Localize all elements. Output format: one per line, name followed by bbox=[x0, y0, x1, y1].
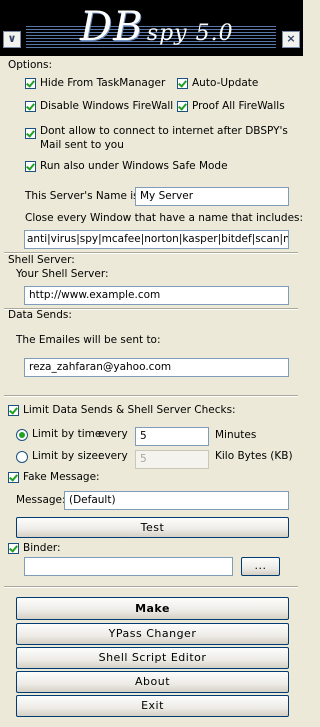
shell-server-heading: Shell Server: bbox=[8, 254, 75, 266]
app-logo: DB spy 5.0 bbox=[80, 4, 234, 50]
browse-button[interactable]: ... bbox=[241, 557, 280, 576]
dont-allow-internet-checkbox[interactable] bbox=[25, 128, 36, 139]
logo-main-text: DB bbox=[80, 4, 144, 50]
proof-firewalls-checkbox[interactable] bbox=[177, 101, 188, 112]
limit-by-size-label[interactable]: Limit by size: bbox=[32, 450, 101, 462]
limit-by-size-radio[interactable] bbox=[16, 451, 28, 463]
binder-label[interactable]: Binder: bbox=[23, 542, 61, 554]
disable-firewall-label[interactable]: Disable Windows FireWall bbox=[40, 100, 173, 112]
test-button[interactable]: Test bbox=[16, 517, 289, 538]
message-input[interactable]: (Default) bbox=[64, 491, 289, 510]
divider bbox=[4, 586, 298, 588]
server-name-input[interactable]: My Server bbox=[135, 187, 289, 206]
limit-size-unit: Kilo Bytes (KB) bbox=[215, 450, 293, 462]
limit-by-time-label[interactable]: Limit by time: bbox=[32, 428, 105, 440]
hide-taskmanager-label[interactable]: Hide From TaskManager bbox=[40, 77, 165, 89]
about-button[interactable]: About bbox=[16, 671, 289, 693]
hide-taskmanager-checkbox[interactable] bbox=[25, 78, 36, 89]
exit-button[interactable]: Exit bbox=[16, 695, 289, 717]
title-bar[interactable]: ∨ × DB spy 5.0 bbox=[0, 0, 303, 56]
auto-update-checkbox[interactable] bbox=[177, 78, 188, 89]
message-label: Message: bbox=[16, 494, 66, 506]
logo-sub-text: spy 5.0 bbox=[146, 21, 234, 46]
limit-time-unit: Minutes bbox=[215, 429, 257, 441]
dont-allow-internet-label-1[interactable]: Dont allow to connect to internet after … bbox=[40, 125, 288, 137]
limit-label[interactable]: Limit Data Sends & Shell Server Checks: bbox=[23, 404, 236, 416]
fake-message-checkbox[interactable] bbox=[8, 472, 19, 483]
limit-size-input[interactable]: 5 bbox=[135, 450, 209, 469]
data-sends-heading: Data Sends: bbox=[8, 309, 72, 321]
close-windows-label: Close every Window that have a name that… bbox=[25, 212, 304, 224]
options-heading: Options: bbox=[8, 59, 53, 71]
shell-server-label: Your Shell Server: bbox=[16, 268, 109, 280]
shell-server-input[interactable]: http://www.example.com bbox=[24, 286, 289, 305]
binder-path-input[interactable] bbox=[24, 557, 233, 576]
proof-firewalls-label[interactable]: Proof All FireWalls bbox=[192, 100, 285, 112]
safe-mode-checkbox[interactable] bbox=[25, 161, 36, 172]
limit-by-size-every: every bbox=[98, 450, 128, 462]
fake-message-label[interactable]: Fake Message: bbox=[23, 471, 100, 483]
limit-by-time-every: every bbox=[98, 428, 128, 440]
divider bbox=[4, 395, 298, 397]
safe-mode-label[interactable]: Run also under Windows Safe Mode bbox=[40, 160, 228, 172]
make-button[interactable]: Make bbox=[16, 597, 289, 620]
binder-checkbox[interactable] bbox=[8, 543, 19, 554]
shell-script-editor-button[interactable]: Shell Script Editor bbox=[16, 647, 289, 669]
close-icon[interactable]: × bbox=[282, 31, 300, 48]
auto-update-label[interactable]: Auto-Update bbox=[192, 77, 258, 89]
limit-checkbox[interactable] bbox=[8, 405, 19, 416]
limit-by-time-radio[interactable] bbox=[16, 429, 28, 441]
limit-time-input[interactable]: 5 bbox=[135, 427, 209, 446]
dont-allow-internet-label-2[interactable]: Mail sent to you bbox=[40, 139, 124, 151]
server-name-label: This Server's Name is: bbox=[25, 190, 143, 202]
close-windows-input[interactable]: anti|virus|spy|mcafee|norton|kasper|bitd… bbox=[24, 230, 289, 249]
chevron-down-icon[interactable]: ∨ bbox=[3, 31, 21, 48]
email-field[interactable]: reza_zahfaran@yahoo.com bbox=[24, 358, 289, 377]
emails-label: The Emailes will be sent to: bbox=[16, 334, 161, 346]
ypass-changer-button[interactable]: YPass Changer bbox=[16, 623, 289, 645]
disable-firewall-checkbox[interactable] bbox=[25, 101, 36, 112]
